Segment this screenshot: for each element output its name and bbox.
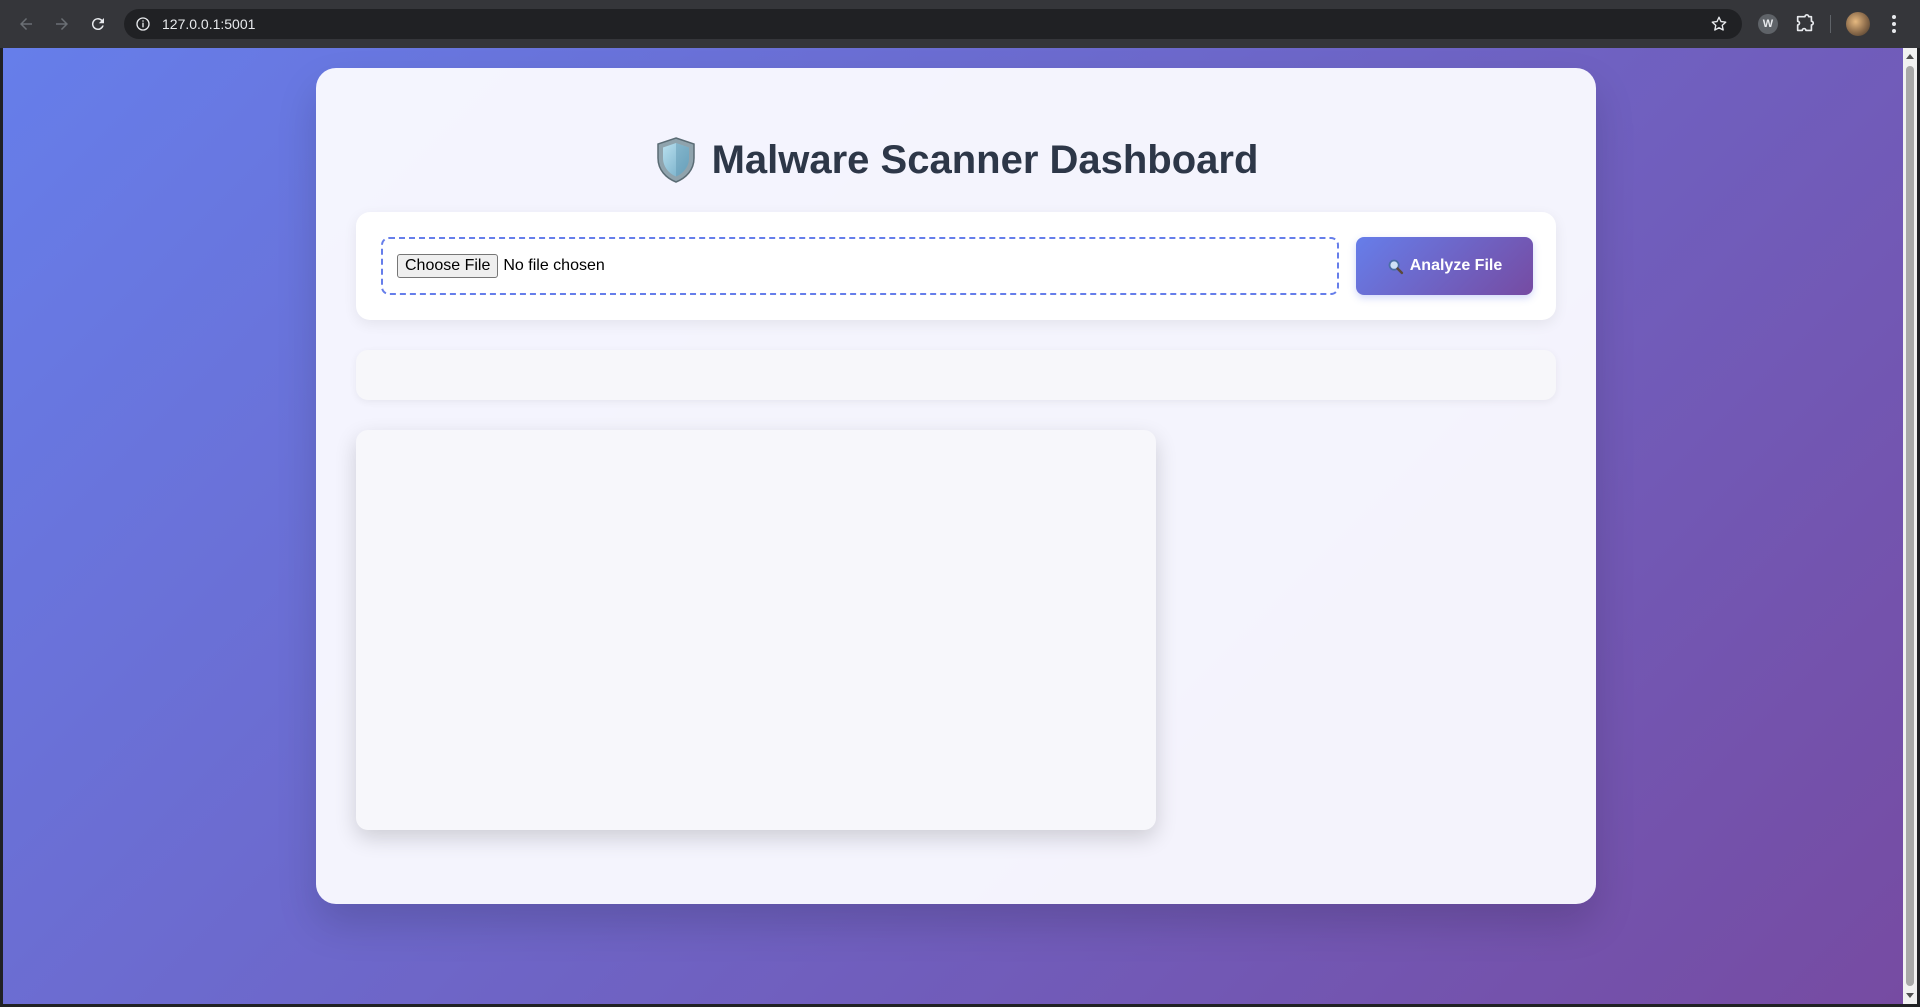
address-bar[interactable]: 127.0.0.1:5001 xyxy=(124,9,1742,39)
page-background: Malware Scanner Dashboard Choose File No… xyxy=(3,48,1903,1004)
scroll-down-arrow-icon[interactable] xyxy=(1906,993,1914,998)
upload-card: Choose File No file chosen Analyze File xyxy=(356,212,1556,320)
analyze-file-button[interactable]: Analyze File xyxy=(1356,237,1533,295)
browser-toolbar: 127.0.0.1:5001 W xyxy=(0,0,1920,48)
toolbar-divider xyxy=(1830,15,1831,33)
file-status-text: No file chosen xyxy=(503,257,605,274)
extensions-puzzle-icon[interactable] xyxy=(1794,13,1816,35)
extension-w-icon[interactable]: W xyxy=(1758,14,1778,34)
status-panel xyxy=(356,350,1556,400)
profile-avatar[interactable] xyxy=(1846,12,1870,36)
page-scrollbar[interactable] xyxy=(1903,48,1917,1004)
forward-button[interactable] xyxy=(44,6,80,42)
dashboard-container: Malware Scanner Dashboard Choose File No… xyxy=(316,68,1596,904)
reload-icon xyxy=(91,18,104,31)
scrollbar-thumb[interactable] xyxy=(1906,66,1914,986)
reload-button[interactable] xyxy=(80,6,116,42)
scroll-up-arrow-icon[interactable] xyxy=(1906,54,1914,59)
file-input[interactable]: Choose File No file chosen xyxy=(381,237,1339,295)
url-text[interactable]: 127.0.0.1:5001 xyxy=(162,16,255,32)
results-panel xyxy=(356,430,1156,830)
page-title: Malware Scanner Dashboard xyxy=(711,137,1259,182)
back-button[interactable] xyxy=(8,6,44,42)
browser-menu-icon[interactable] xyxy=(1882,12,1906,36)
arrow-right-icon xyxy=(56,18,68,30)
page-header: Malware Scanner Dashboard xyxy=(316,130,1596,190)
magnifier-icon xyxy=(1388,259,1403,274)
shield-icon xyxy=(656,137,695,183)
arrow-left-icon xyxy=(20,18,32,30)
site-info-icon[interactable] xyxy=(134,15,152,33)
bookmark-star-icon[interactable] xyxy=(1710,15,1728,33)
analyze-button-label: Analyze File xyxy=(1409,257,1503,274)
choose-file-button[interactable]: Choose File xyxy=(397,254,499,278)
